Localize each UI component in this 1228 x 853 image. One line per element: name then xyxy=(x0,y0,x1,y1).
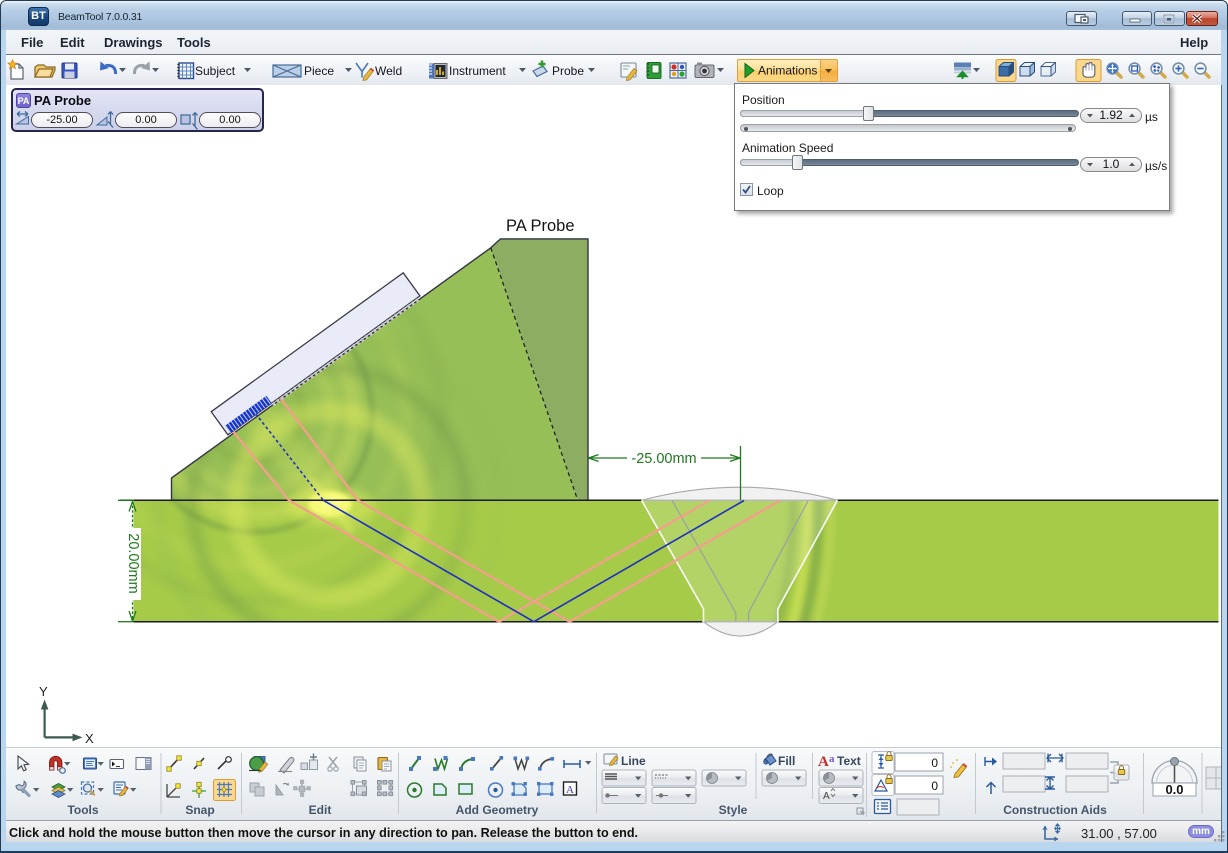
svg-text:Subject: Subject xyxy=(195,64,236,78)
svg-text:Edit: Edit xyxy=(309,803,332,817)
svg-text:Probe: Probe xyxy=(552,64,584,78)
svg-text:Fill: Fill xyxy=(778,754,795,768)
svg-text:a: a xyxy=(829,753,835,765)
svg-text:Snap: Snap xyxy=(185,803,214,817)
svg-text:Style: Style xyxy=(719,803,748,817)
svg-text:A: A xyxy=(818,754,829,770)
svg-text:A: A xyxy=(566,784,574,796)
svg-text:Instrument: Instrument xyxy=(449,64,506,78)
svg-text:Animations: Animations xyxy=(758,64,817,78)
svg-text:0: 0 xyxy=(931,756,938,770)
svg-text:A: A xyxy=(823,791,830,802)
svg-text:PA Probe: PA Probe xyxy=(506,217,575,235)
svg-text:X: X xyxy=(85,731,94,746)
svg-text:Piece: Piece xyxy=(304,64,334,78)
svg-text:Add Geometry: Add Geometry xyxy=(456,803,539,817)
svg-text:Construction Aids: Construction Aids xyxy=(1003,803,1107,817)
svg-text:-25.00mm: -25.00mm xyxy=(631,451,696,467)
svg-text:0.0: 0.0 xyxy=(1165,782,1183,797)
svg-text:0: 0 xyxy=(931,779,938,793)
svg-text:20.00mm: 20.00mm xyxy=(125,533,141,593)
svg-text:Weld: Weld xyxy=(375,64,402,78)
svg-text:Line: Line xyxy=(621,754,646,768)
svg-text:Text: Text xyxy=(837,754,861,768)
svg-text:Tools: Tools xyxy=(67,803,98,817)
svg-text:Y: Y xyxy=(39,684,48,699)
